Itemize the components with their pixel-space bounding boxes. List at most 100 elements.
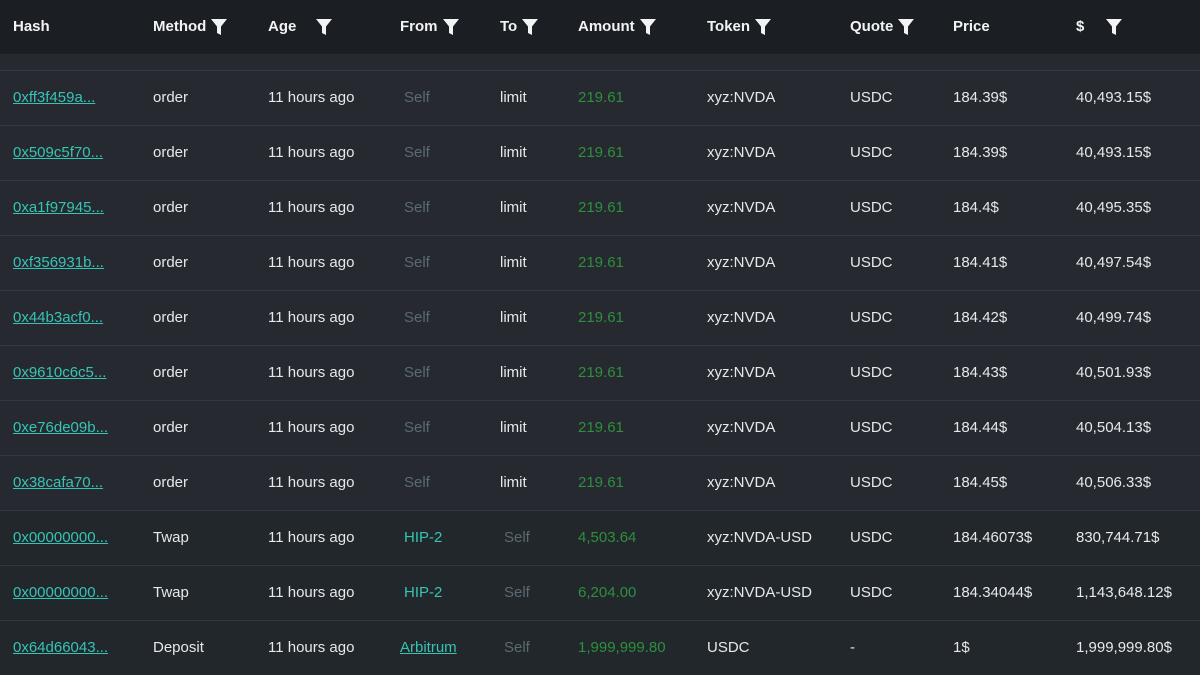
column-header-usd: $ xyxy=(1076,0,1123,54)
price-cell: 184.41$ xyxy=(953,254,1008,271)
hash-cell[interactable]: 0xf356931b... xyxy=(13,236,104,290)
filter-icon[interactable] xyxy=(211,18,228,36)
from-cell: Self xyxy=(404,364,430,381)
age-cell: 11 hours ago xyxy=(268,89,355,106)
from-cell: Self xyxy=(404,474,430,491)
age-cell: 11 hours ago xyxy=(268,309,355,326)
token-cell: xyz:NVDA xyxy=(707,254,776,271)
quote-cell: USDC xyxy=(850,89,893,106)
hash-cell[interactable]: 0x00000000... xyxy=(13,511,108,565)
to-cell: limit xyxy=(500,309,527,326)
usd-cell: 40,493.15$ xyxy=(1076,144,1152,161)
method-cell: order xyxy=(153,199,189,216)
usd-cell: 1,143,648.12$ xyxy=(1076,584,1172,601)
hash-link[interactable]: 0xe76de09b... xyxy=(13,419,108,436)
usd-cell: 830,744.71$ xyxy=(1076,529,1160,546)
column-header-to-label: To xyxy=(500,18,518,35)
from-cell: Self xyxy=(404,89,430,106)
hash-cell[interactable]: 0xa1f97945... xyxy=(13,181,104,235)
quote-cell: USDC xyxy=(850,584,893,601)
hash-link[interactable]: 0x509c5f70... xyxy=(13,144,103,161)
header-divider xyxy=(0,54,1200,71)
age-cell: 11 hours ago xyxy=(268,474,355,491)
age-cell: 11 hours ago xyxy=(268,584,355,601)
token-cell: xyz:NVDA xyxy=(707,364,776,381)
filter-icon[interactable] xyxy=(639,18,656,36)
table-row: 0x64d66043... Deposit 11 hours ago Arbit… xyxy=(0,621,1200,675)
quote-cell: USDC xyxy=(850,254,893,271)
method-cell: order xyxy=(153,254,189,271)
filter-icon[interactable] xyxy=(522,18,539,36)
usd-cell: 40,506.33$ xyxy=(1076,474,1152,491)
column-header-hash-label: Hash xyxy=(13,18,50,35)
table-row: 0x00000000... Twap 11 hours ago HIP-2 Se… xyxy=(0,566,1200,621)
hash-link[interactable]: 0xff3f459a... xyxy=(13,89,95,106)
hash-cell[interactable]: 0xff3f459a... xyxy=(13,71,95,125)
token-cell: xyz:NVDA-USD xyxy=(707,529,813,546)
to-cell: limit xyxy=(500,474,527,491)
from-link[interactable]: Arbitrum xyxy=(400,639,457,656)
hash-link[interactable]: 0xf356931b... xyxy=(13,254,104,271)
hash-link[interactable]: 0x00000000... xyxy=(13,584,108,601)
amount-cell: 4,503.64 xyxy=(578,529,637,546)
from-cell: Self xyxy=(404,199,430,216)
amount-cell: 219.61 xyxy=(578,419,624,436)
column-header-method-label: Method xyxy=(153,18,207,35)
from-cell[interactable]: Arbitrum xyxy=(400,621,457,675)
age-cell: 11 hours ago xyxy=(268,254,355,271)
hash-link[interactable]: 0x38cafa70... xyxy=(13,474,103,491)
quote-cell: USDC xyxy=(850,364,893,381)
method-cell: order xyxy=(153,89,189,106)
hash-cell[interactable]: 0x44b3acf0... xyxy=(13,291,103,345)
column-header-usd-label: $ xyxy=(1076,18,1085,35)
usd-cell: 40,495.35$ xyxy=(1076,199,1152,216)
hash-cell[interactable]: 0x38cafa70... xyxy=(13,456,103,510)
table-row: 0x38cafa70... order 11 hours ago Self li… xyxy=(0,456,1200,511)
table-row: 0xf356931b... order 11 hours ago Self li… xyxy=(0,236,1200,291)
usd-cell: 1,999,999.80$ xyxy=(1076,639,1172,656)
table-row: 0x44b3acf0... order 11 hours ago Self li… xyxy=(0,291,1200,346)
filter-icon[interactable] xyxy=(316,18,333,36)
token-cell: xyz:NVDA-USD xyxy=(707,584,813,601)
usd-cell: 40,504.13$ xyxy=(1076,419,1152,436)
hash-link[interactable]: 0x64d66043... xyxy=(13,639,108,656)
column-header-quote-label: Quote xyxy=(850,18,894,35)
method-cell: Deposit xyxy=(153,639,204,656)
quote-cell: USDC xyxy=(850,144,893,161)
hash-cell[interactable]: 0x64d66043... xyxy=(13,621,108,675)
price-cell: 184.39$ xyxy=(953,144,1008,161)
amount-cell: 219.61 xyxy=(578,89,624,106)
hash-cell[interactable]: 0xe76de09b... xyxy=(13,401,108,455)
quote-cell: USDC xyxy=(850,419,893,436)
usd-cell: 40,501.93$ xyxy=(1076,364,1152,381)
hash-link[interactable]: 0x9610c6c5... xyxy=(13,364,106,381)
from-cell[interactable]: HIP-2 xyxy=(404,566,442,620)
token-cell: USDC xyxy=(707,639,750,656)
column-header-amount-label: Amount xyxy=(578,18,635,35)
table-row: 0x9610c6c5... order 11 hours ago Self li… xyxy=(0,346,1200,401)
hash-cell[interactable]: 0x00000000... xyxy=(13,566,108,620)
amount-cell: 219.61 xyxy=(578,474,624,491)
method-cell: order xyxy=(153,144,189,161)
filter-icon[interactable] xyxy=(442,18,459,36)
to-cell: limit xyxy=(500,144,527,161)
from-cell[interactable]: HIP-2 xyxy=(404,511,442,565)
price-cell: 184.43$ xyxy=(953,364,1008,381)
filter-icon[interactable] xyxy=(755,18,772,36)
column-header-quote: Quote xyxy=(850,0,915,54)
price-cell: 184.42$ xyxy=(953,309,1008,326)
column-header-to: To xyxy=(500,0,539,54)
hash-cell[interactable]: 0x509c5f70... xyxy=(13,126,103,180)
hash-link[interactable]: 0xa1f97945... xyxy=(13,199,104,216)
method-cell: Twap xyxy=(153,584,189,601)
hash-link[interactable]: 0x44b3acf0... xyxy=(13,309,103,326)
filter-icon[interactable] xyxy=(1106,18,1123,36)
to-cell: limit xyxy=(500,199,527,216)
quote-cell: USDC xyxy=(850,529,893,546)
hash-link[interactable]: 0x00000000... xyxy=(13,529,108,546)
hash-cell[interactable]: 0x9610c6c5... xyxy=(13,346,106,400)
age-cell: 11 hours ago xyxy=(268,199,355,216)
filter-icon[interactable] xyxy=(898,18,915,36)
to-cell: limit xyxy=(500,419,527,436)
method-cell: order xyxy=(153,309,189,326)
